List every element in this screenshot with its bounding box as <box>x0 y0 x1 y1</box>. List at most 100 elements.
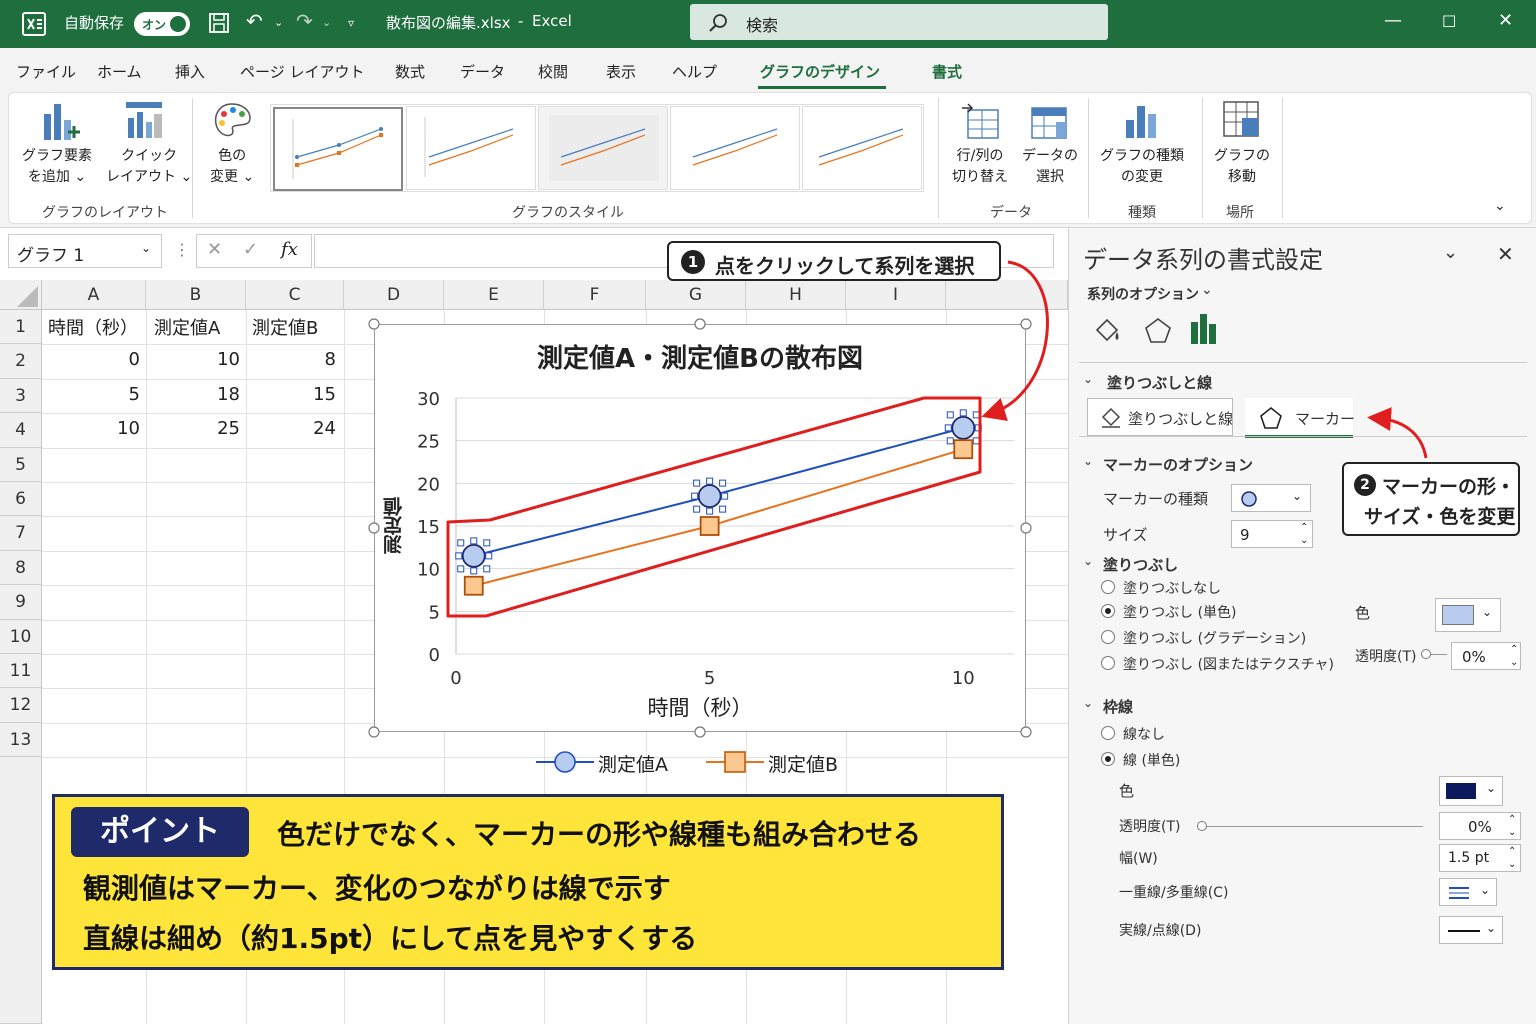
fill-none-radio[interactable] <box>1101 580 1115 594</box>
border-color-label: 色 <box>1119 782 1135 800</box>
x-tick-label: 10 <box>952 668 975 689</box>
fill-solid-label[interactable]: 塗りつぶし (単色) <box>1123 602 1237 622</box>
point-selection-handle <box>719 479 727 487</box>
fill-color-picker[interactable]: ⌄ <box>1435 598 1501 632</box>
change-chart-type-icon <box>1126 106 1156 138</box>
size-spin-icon[interactable]: ⌃ ⌄ <box>1300 521 1308 547</box>
chart-legend[interactable]: 測定値A 測定値B <box>530 744 870 780</box>
compound-type-label: 一重線/多重線(C) <box>1119 885 1229 901</box>
effects-category-icon[interactable] <box>1143 316 1173 346</box>
marker-b-point[interactable] <box>463 575 484 596</box>
point-selection-handle <box>719 505 727 513</box>
fill-picture-radio[interactable] <box>1101 656 1115 670</box>
close-window-icon[interactable]: ✕ <box>1498 10 1513 31</box>
point-selection-handle <box>721 492 729 500</box>
group-location-label: 場所 <box>1226 205 1254 221</box>
marker-type-dropdown[interactable]: ⌄ <box>1231 484 1311 512</box>
point-selection-handle <box>483 539 491 547</box>
border-none-radio[interactable] <box>1101 726 1115 740</box>
tab-fill-line[interactable]: 塗りつぶしと線 <box>1087 398 1233 436</box>
move-chart-button[interactable]: グラフの 移動 <box>1214 146 1270 188</box>
width-spin-icon[interactable]: ⌃ ⌄ <box>1508 845 1516 871</box>
maximize-icon[interactable]: ☐ <box>1442 12 1456 31</box>
change-chart-type-button[interactable]: グラフの種類 の変更 <box>1100 146 1184 188</box>
marker-type-label: マーカーの種類 <box>1103 490 1209 508</box>
border-transparency-input[interactable]: 0% ⌃ ⌄ <box>1439 812 1521 840</box>
point-selection-handle <box>485 552 493 560</box>
fill-line-category-icon[interactable] <box>1091 316 1121 346</box>
dash-type-dropdown[interactable]: ⌄ <box>1439 916 1503 944</box>
pane-options-dropdown-icon[interactable]: ⌄ <box>1443 242 1458 263</box>
series-options-dropdown[interactable]: 系列のオプション <box>1087 284 1199 304</box>
point-line-1: 色だけでなく、マーカーの形や線種も組み合わせる <box>277 818 922 851</box>
section-fill-line[interactable]: 塗りつぶしと線 <box>1107 372 1212 393</box>
point-selection-handle <box>691 492 699 500</box>
border-transparency-thumb[interactable] <box>1197 821 1207 831</box>
chart-resize-handle[interactable] <box>368 726 380 738</box>
fill-gradient-radio[interactable] <box>1101 630 1115 644</box>
fill-heading[interactable]: 塗りつぶし <box>1103 554 1178 575</box>
y-axis-title[interactable]: 測定値 <box>380 476 420 576</box>
marker-a-point[interactable] <box>951 415 976 440</box>
marker-a-point[interactable] <box>461 543 486 568</box>
border-heading[interactable]: 枠線 <box>1103 696 1133 717</box>
width-value: 1.5 pt <box>1448 850 1490 866</box>
chart-series-lines <box>473 426 964 587</box>
chart-resize-handle[interactable] <box>1020 522 1032 534</box>
step1-number: 1 <box>681 250 705 274</box>
fill-transparency-spin-icon[interactable]: ⌃ ⌄ <box>1510 643 1518 669</box>
format-data-series-pane: データ系列の書式設定 ⌄ ✕ 系列のオプション ⌄ ⌄ 塗りつぶしと線 塗りつぶ… <box>1068 228 1536 1024</box>
border-transparency-spin-icon[interactable]: ⌃ ⌄ <box>1508 813 1516 839</box>
fill-picture-label[interactable]: 塗りつぶし (図またはテクスチャ) <box>1123 654 1334 674</box>
border-color-picker[interactable]: ⌄ <box>1439 776 1503 806</box>
x-tick-label: 0 <box>450 668 461 689</box>
size-label: サイズ <box>1103 526 1148 544</box>
fill-gradient-label[interactable]: 塗りつぶし (グラデーション) <box>1123 628 1306 648</box>
marker-a-point[interactable] <box>697 484 722 509</box>
marker-options-collapse-icon[interactable]: ⌄ <box>1083 454 1093 468</box>
row-header[interactable] <box>0 757 42 1024</box>
border-solid-label[interactable]: 線 (単色) <box>1123 750 1180 770</box>
minimize-icon[interactable]: — <box>1384 10 1402 31</box>
chart-resize-handle[interactable] <box>694 726 706 738</box>
point-badge: ポイント <box>71 807 249 857</box>
size-spinner[interactable]: 9 ⌃ ⌄ <box>1231 520 1313 548</box>
chart-resize-handle[interactable] <box>368 318 380 330</box>
border-transparency-slider[interactable] <box>1197 826 1423 827</box>
marker-options-heading[interactable]: マーカーのオプション <box>1103 454 1253 475</box>
chart-resize-handle[interactable] <box>1020 726 1032 738</box>
fill-color-chevron-icon: ⌄ <box>1482 605 1493 619</box>
x-axis-title[interactable]: 時間（秒） <box>374 692 1026 722</box>
compound-type-dropdown[interactable]: ⌄ <box>1439 878 1497 906</box>
point-selection-handle <box>972 411 980 419</box>
point-selection-handle <box>470 537 478 545</box>
section-collapse-icon[interactable]: ⌄ <box>1083 372 1093 386</box>
border-solid-radio[interactable] <box>1101 752 1115 766</box>
chart-resize-handle[interactable] <box>1020 318 1032 330</box>
chart-resize-handle[interactable] <box>368 522 380 534</box>
chart-title[interactable]: 測定値A・測定値Bの散布図 <box>374 338 1026 375</box>
fill-collapse-icon[interactable]: ⌄ <box>1083 554 1093 568</box>
point-selection-handle <box>455 552 463 560</box>
scatter-chart[interactable]: 0 5 10 15 20 25 30 0 5 10 <box>0 0 1068 790</box>
marker-b-point[interactable] <box>953 439 974 460</box>
collapse-ribbon-icon[interactable]: ⌄ <box>1494 198 1506 214</box>
pane-close-icon[interactable]: ✕ <box>1497 242 1514 266</box>
border-collapse-icon[interactable]: ⌄ <box>1083 696 1093 710</box>
point-selection-handle <box>706 507 714 515</box>
point-line-3: 直線は細め（約1.5pt）にして点を見やすくする <box>83 922 698 955</box>
series-options-chevron-icon[interactable]: ⌄ <box>1201 282 1213 298</box>
series-options-category-icon[interactable] <box>1189 312 1219 346</box>
y-tick-label: 30 <box>417 389 440 410</box>
legend-label-a: 測定値A <box>598 754 668 776</box>
tab-marker[interactable]: マーカー <box>1245 398 1355 438</box>
width-spinner[interactable]: 1.5 pt ⌃ ⌄ <box>1439 844 1521 872</box>
fill-transparency-input[interactable]: 0% ⌃ ⌄ <box>1451 642 1521 670</box>
marker-b-point[interactable] <box>699 516 720 536</box>
fill-none-label[interactable]: 塗りつぶしなし <box>1123 578 1221 598</box>
chart-resize-handle[interactable] <box>694 318 706 330</box>
fill-transparency-thumb[interactable] <box>1421 649 1431 659</box>
fill-transparency-label: 透明度(T) <box>1355 649 1417 665</box>
border-none-label[interactable]: 線なし <box>1123 724 1165 744</box>
fill-solid-radio[interactable] <box>1101 604 1115 618</box>
